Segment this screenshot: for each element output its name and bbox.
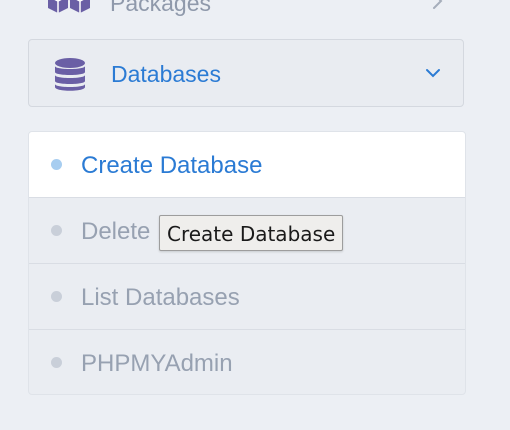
submenu-item-create-database[interactable]: Create Database [29,132,465,198]
sidebar: Packages Databases Create Database Delet… [0,0,510,430]
sidebar-item-packages[interactable]: Packages [28,0,466,22]
databases-submenu: Create Database Delete Database List Dat… [28,131,466,395]
submenu-item-label: PHPMYAdmin [81,350,233,377]
bullet-icon [51,291,62,302]
submenu-item-label: List Databases [81,284,240,311]
bullet-icon [51,225,62,236]
chevron-down-icon [425,66,441,84]
sidebar-item-label: Packages [110,0,212,16]
sidebar-item-databases[interactable]: Databases [28,39,464,107]
tooltip: Create Database [159,215,344,251]
cubes-icon [46,0,92,21]
submenu-item-phpmyadmin[interactable]: PHPMYAdmin [29,330,465,394]
submenu-item-label: Create Database [81,152,263,179]
database-icon [53,58,87,97]
bullet-icon [51,357,62,368]
chevron-right-icon [432,0,444,15]
sidebar-item-label: Databases [111,61,221,87]
submenu-item-list-databases[interactable]: List Databases [29,264,465,330]
bullet-icon [51,159,62,170]
